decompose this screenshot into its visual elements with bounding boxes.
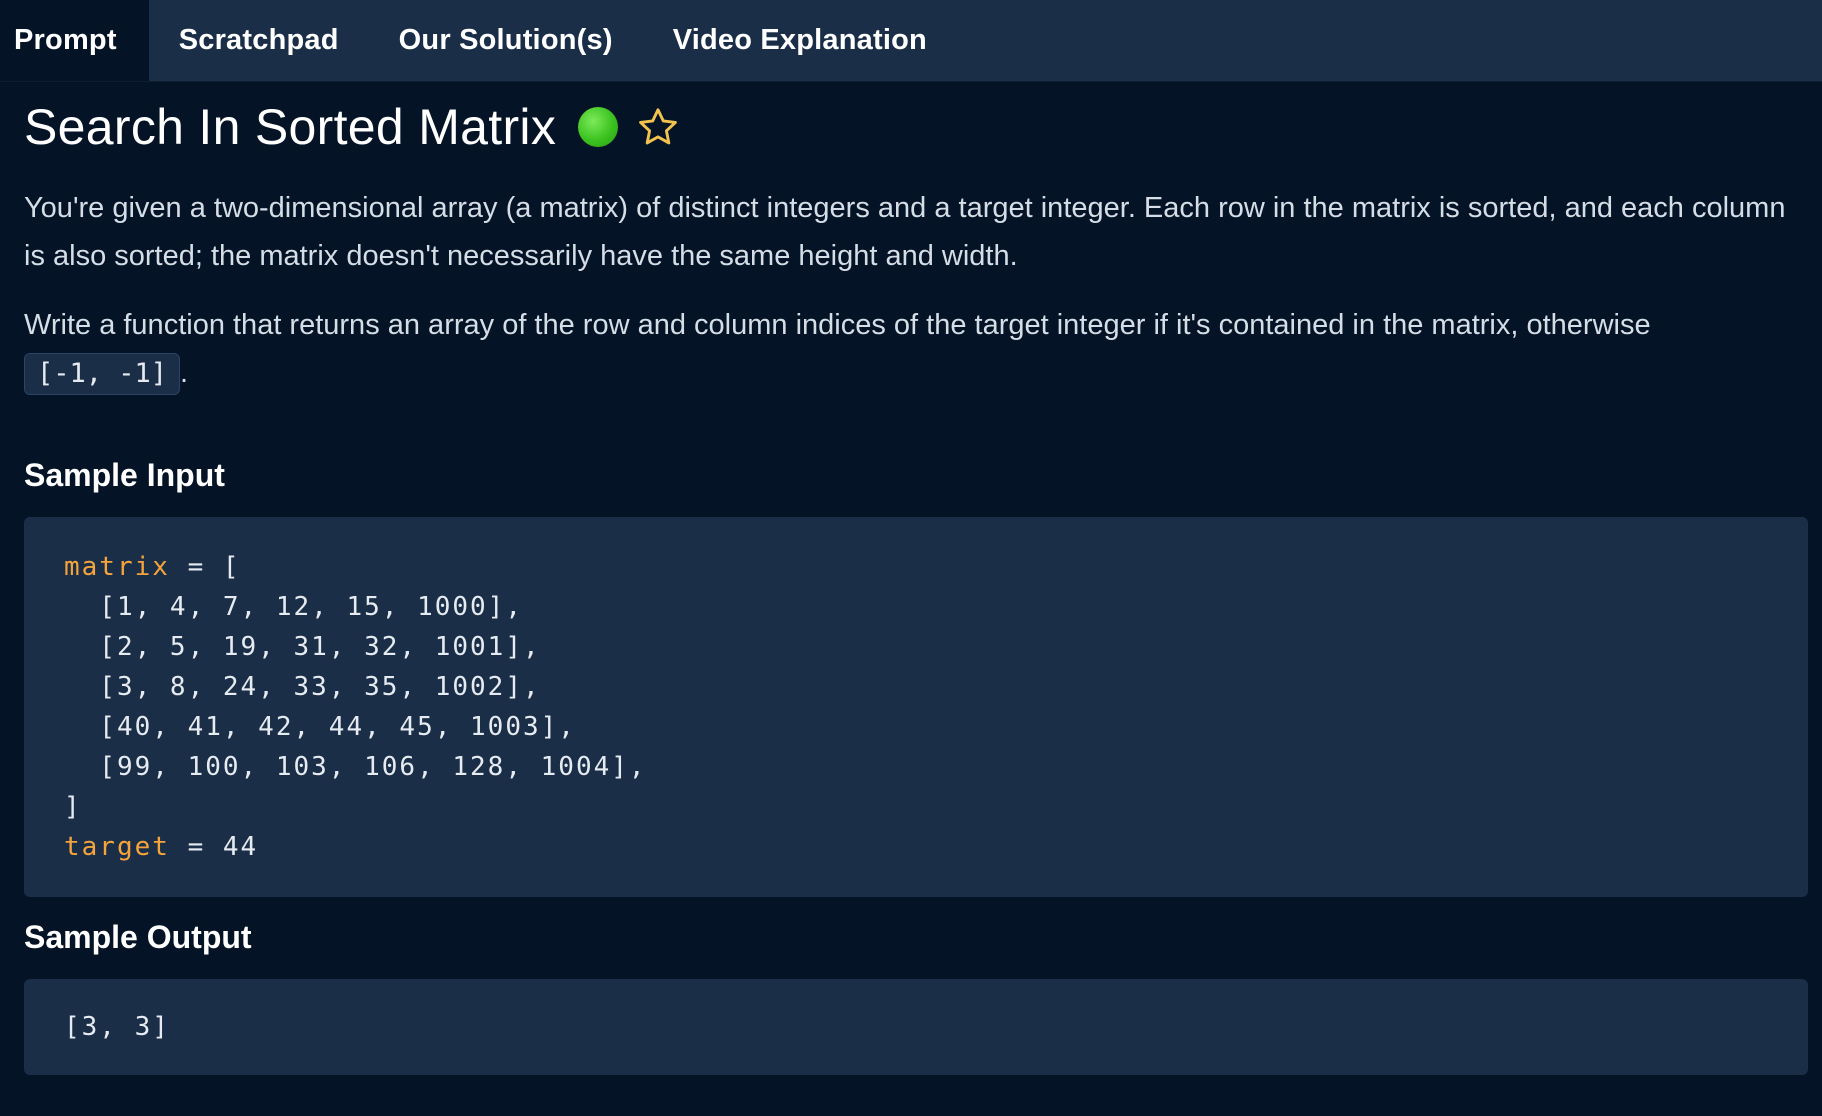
default-return-code: [-1, -1]	[24, 353, 181, 395]
tab-our-solutions[interactable]: Our Solution(s)	[369, 0, 643, 81]
matrix-variable: matrix	[64, 552, 170, 582]
sample-input-heading: Sample Input	[24, 457, 225, 493]
sample-output-heading: Sample Output	[24, 919, 252, 955]
matrix-row: [1, 4, 7, 12, 15, 1000],	[64, 592, 523, 622]
problem-description-2: Write a function that returns an array o…	[24, 301, 1808, 397]
star-outline-icon[interactable]	[636, 105, 680, 149]
matrix-row: [3, 8, 24, 33, 35, 1002],	[64, 672, 541, 702]
matrix-row: [2, 5, 19, 31, 32, 1001],	[64, 632, 541, 662]
matrix-close: ]	[64, 792, 82, 822]
problem-title: Search In Sorted Matrix	[24, 99, 557, 155]
tab-scratchpad[interactable]: Scratchpad	[149, 0, 369, 81]
problem-description-1: You're given a two-dimensional array (a …	[24, 192, 1786, 272]
sample-output-value: [3, 3]	[64, 1012, 170, 1042]
target-assign: = 44	[169, 832, 259, 862]
sample-input-code: matrix = [ [1, 4, 7, 12, 15, 1000], [2, …	[24, 517, 1808, 897]
description-period: .	[180, 357, 189, 389]
matrix-assign: = [	[169, 552, 241, 582]
tab-video-explanation[interactable]: Video Explanation	[643, 0, 957, 81]
prompt-content: Search In Sorted Matrix You're given a t…	[24, 82, 1808, 1075]
tab-bar: Prompt Scratchpad Our Solution(s) Video …	[0, 0, 1822, 82]
description-text: Write a function that returns an array o…	[24, 309, 1651, 341]
difficulty-indicator-icon	[578, 107, 619, 147]
sample-output-code: [3, 3]	[24, 979, 1808, 1075]
matrix-row: [40, 41, 42, 44, 45, 1003],	[64, 712, 576, 742]
target-variable: target	[64, 832, 170, 862]
title-row: Search In Sorted Matrix	[24, 82, 1808, 172]
tab-prompt[interactable]: Prompt	[0, 0, 149, 81]
matrix-row: [99, 100, 103, 106, 128, 1004],	[64, 752, 647, 782]
